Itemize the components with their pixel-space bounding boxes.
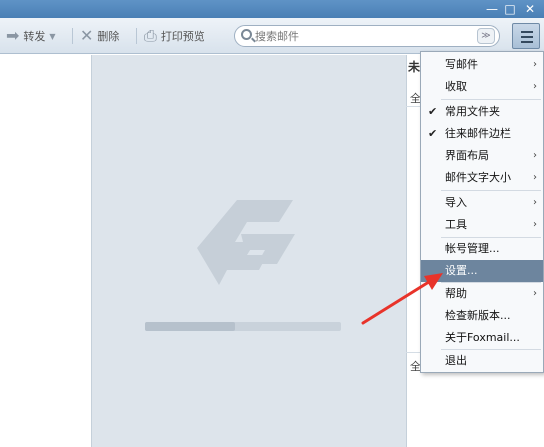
delete-label: 删除 bbox=[97, 30, 120, 43]
printer-icon: ⎙ bbox=[144, 26, 157, 45]
minimize-button[interactable]: — bbox=[484, 2, 500, 16]
chevron-right-icon: › bbox=[533, 288, 537, 299]
menu-item-tools[interactable]: 工具 › bbox=[421, 214, 543, 236]
menu-item-contacts-sidebar[interactable]: ✔ 往来邮件边栏 bbox=[421, 123, 543, 145]
menu-separator bbox=[441, 99, 541, 100]
chevron-right-icon: › bbox=[533, 197, 537, 208]
chevron-right-icon: › bbox=[533, 81, 537, 92]
chevron-right-icon: › bbox=[533, 59, 537, 70]
loading-bar-fill bbox=[145, 322, 236, 331]
menu-item-compose[interactable]: 写邮件 › bbox=[421, 54, 543, 76]
menu-item-check-update[interactable]: 检查新版本... bbox=[421, 305, 543, 327]
main-menu-button[interactable] bbox=[512, 23, 540, 49]
maximize-button[interactable]: □ bbox=[502, 2, 518, 16]
print-preview-label: 打印预览 bbox=[160, 30, 205, 43]
checkmark-icon: ✔ bbox=[428, 105, 438, 118]
menu-item-label: 常用文件夹 bbox=[445, 105, 500, 118]
menu-item-label: 设置... bbox=[445, 264, 478, 277]
menu-item-help[interactable]: 帮助 › bbox=[421, 283, 543, 305]
close-button[interactable]: ✕ bbox=[522, 2, 538, 16]
chevron-right-icon: › bbox=[533, 172, 537, 183]
search-icon bbox=[241, 29, 252, 40]
loading-bar bbox=[145, 322, 341, 331]
menu-item-import[interactable]: 导入 › bbox=[421, 192, 543, 214]
menu-item-common-folders[interactable]: ✔ 常用文件夹 bbox=[421, 101, 543, 123]
toolbar-divider bbox=[136, 28, 137, 44]
menu-item-settings[interactable]: 设置... bbox=[421, 260, 543, 282]
forward-label: 转发 bbox=[23, 30, 46, 43]
menu-item-about[interactable]: 关于Foxmail... bbox=[421, 327, 543, 349]
menu-item-receive[interactable]: 收取 › bbox=[421, 76, 543, 98]
menu-item-label: 写邮件 bbox=[445, 58, 478, 71]
chevron-right-icon: › bbox=[533, 150, 537, 161]
sidebar-header: 未 bbox=[408, 60, 421, 74]
menu-item-label: 界面布局 bbox=[445, 149, 489, 162]
menu-icon bbox=[521, 31, 533, 33]
print-preview-button[interactable]: ⎙ 打印预览 bbox=[144, 27, 205, 45]
dropdown-arrow-icon[interactable]: ▼ bbox=[49, 32, 55, 41]
search-input[interactable] bbox=[255, 28, 475, 44]
menu-item-label: 往来邮件边栏 bbox=[445, 127, 511, 140]
arrow-right-icon: ➡ bbox=[6, 26, 20, 45]
folder-pane[interactable] bbox=[0, 55, 92, 447]
menu-item-exit[interactable]: 退出 bbox=[421, 350, 543, 372]
menu-item-label: 帮助 bbox=[445, 287, 467, 300]
menu-item-font-size[interactable]: 邮件文字大小 › bbox=[421, 167, 543, 189]
menu-item-label: 退出 bbox=[445, 354, 467, 367]
menu-item-layout[interactable]: 界面布局 › bbox=[421, 145, 543, 167]
chevron-right-icon: › bbox=[533, 219, 537, 230]
menu-item-account-management[interactable]: 帐号管理... bbox=[421, 238, 543, 260]
delete-button[interactable]: ✕ 删除 bbox=[80, 27, 119, 45]
menu-item-label: 关于Foxmail... bbox=[445, 331, 520, 344]
search-options-button[interactable]: ≫ bbox=[477, 28, 495, 44]
menu-item-label: 检查新版本... bbox=[445, 309, 511, 322]
toolbar-divider bbox=[72, 28, 73, 44]
main-dropdown-menu: 写邮件 › 收取 › ✔ 常用文件夹 ✔ 往来邮件边栏 界面布局 › 邮件文字大… bbox=[420, 51, 544, 373]
menu-item-label: 导入 bbox=[445, 196, 467, 209]
menu-item-label: 工具 bbox=[445, 218, 467, 231]
delete-x-icon: ✕ bbox=[80, 26, 94, 45]
search-box[interactable]: ≫ bbox=[234, 25, 500, 47]
forward-button[interactable]: ➡ 转发 ▼ bbox=[6, 27, 56, 45]
menu-item-label: 收取 bbox=[445, 80, 467, 93]
menu-separator bbox=[441, 190, 541, 191]
menu-item-label: 邮件文字大小 bbox=[445, 171, 511, 184]
title-bar: — □ ✕ bbox=[0, 0, 544, 18]
checkmark-icon: ✔ bbox=[428, 127, 438, 140]
foxmail-logo-icon bbox=[197, 200, 295, 285]
menu-item-label: 帐号管理... bbox=[445, 242, 500, 255]
